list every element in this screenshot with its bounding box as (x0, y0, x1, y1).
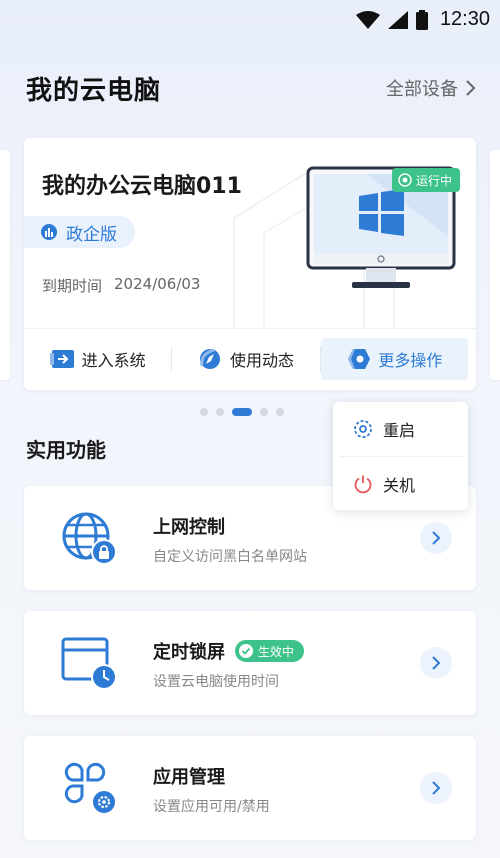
expire-date: 2024/06/03 (114, 275, 201, 293)
pc-action-bar: 进入系统 使用动态 更多操作 (24, 338, 476, 380)
all-devices-link[interactable]: 全部设备 (386, 75, 476, 101)
feature-title-label: 上网控制 (153, 517, 225, 538)
carousel-prev-card[interactable] (0, 150, 10, 380)
carousel-dot-active[interactable] (232, 408, 252, 416)
features-section-title: 实用功能 (26, 438, 106, 462)
chevron-right-icon[interactable] (420, 772, 452, 804)
feature-card-app-management[interactable]: 应用管理 设置应用可用/禁用 (24, 736, 476, 840)
enter-system-label: 进入系统 (81, 351, 146, 370)
menu-item-restart-label: 重启 (383, 421, 416, 440)
menu-item-shutdown-label: 关机 (383, 476, 416, 495)
all-devices-label: 全部设备 (386, 79, 458, 100)
feature-subtitle: 设置云电脑使用时间 (153, 674, 279, 690)
more-actions-button[interactable]: 更多操作 (320, 338, 468, 380)
active-status-label: 生效中 (258, 644, 295, 659)
more-hexagon-icon (348, 349, 371, 369)
expire-label: 到期时间 (42, 277, 103, 295)
menu-item-restart[interactable]: 重启 (333, 402, 468, 456)
compass-icon (199, 348, 220, 369)
chevron-right-icon[interactable] (420, 522, 452, 554)
page-header: 我的云电脑 全部设备 (26, 70, 476, 106)
carousel-dot[interactable] (216, 408, 224, 416)
battery-icon (415, 9, 428, 30)
feature-title-label: 定时锁屏 (153, 642, 225, 663)
card-divider (24, 328, 476, 329)
usage-activity-button[interactable]: 使用动态 (172, 338, 319, 380)
more-actions-menu: 重启 关机 (333, 402, 468, 510)
menu-item-shutdown[interactable]: 关机 (333, 457, 468, 511)
enter-system-icon (49, 350, 74, 368)
check-circle-icon (239, 644, 253, 658)
pc-name: 我的办公云电脑011 (42, 174, 242, 199)
chevron-right-icon[interactable] (420, 647, 452, 679)
status-time: 12:30 (439, 8, 490, 30)
running-status-label: 运行中 (416, 173, 453, 188)
feature-title: 上网控制 (153, 513, 225, 539)
feature-card-scheduled-lock[interactable]: 定时锁屏 生效中 设置云电脑使用时间 (24, 611, 476, 715)
status-bar: 12:30 (0, 0, 500, 40)
edition-badge: 政企版 (24, 216, 135, 248)
enter-system-button[interactable]: 进入系统 (24, 338, 171, 380)
carousel-dot[interactable] (276, 408, 284, 416)
feature-title: 定时锁屏 生效中 (153, 638, 305, 664)
cellular-signal-icon (387, 10, 408, 29)
wifi-icon (355, 10, 380, 29)
running-icon (398, 173, 412, 187)
carousel-dot[interactable] (260, 408, 268, 416)
more-actions-label: 更多操作 (378, 351, 443, 370)
feature-subtitle: 设置应用可用/禁用 (153, 799, 270, 815)
running-status-tag: 运行中 (392, 168, 461, 192)
usage-activity-label: 使用动态 (229, 351, 294, 370)
carousel-next-card[interactable] (490, 150, 500, 380)
carousel-dot[interactable] (200, 408, 208, 416)
window-clock-icon (61, 637, 117, 690)
apps-gear-icon (64, 762, 117, 815)
carousel-pagination (200, 408, 284, 416)
power-icon (354, 475, 372, 494)
feature-title: 应用管理 (153, 763, 225, 789)
page-title: 我的云电脑 (26, 75, 162, 106)
restart-icon (354, 420, 372, 438)
feature-subtitle: 自定义访问黑白名单网站 (153, 549, 307, 565)
active-status-badge: 生效中 (235, 640, 305, 662)
feature-title-label: 应用管理 (153, 767, 225, 788)
edition-icon (41, 224, 57, 240)
expire-row: 到期时间 2024/06/03 (42, 275, 200, 296)
chevron-right-icon (466, 80, 476, 96)
cloud-pc-card[interactable]: 我的办公云电脑011 政企版 到期时间 2024/06/03 运行中 进入系统 … (24, 138, 476, 390)
edition-label: 政企版 (66, 224, 117, 245)
globe-lock-icon (62, 512, 117, 565)
